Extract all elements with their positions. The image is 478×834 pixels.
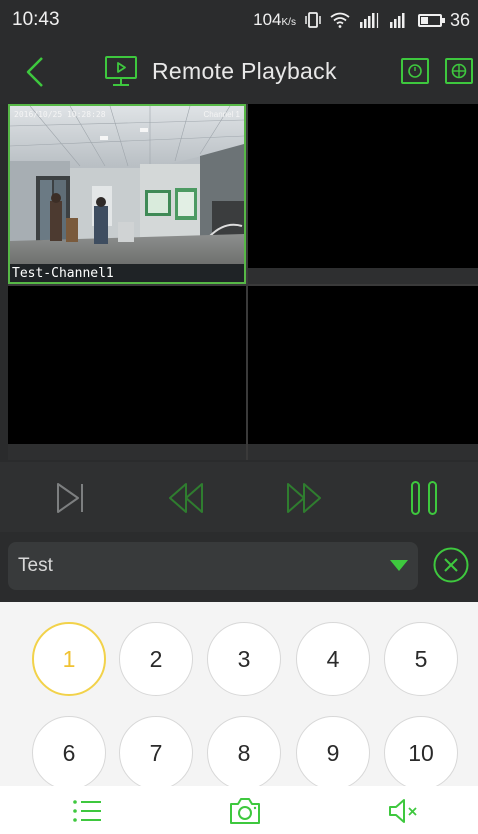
bottom-toolbar	[0, 786, 478, 834]
video-cell-3-label-bar	[8, 444, 246, 460]
signal-icon	[389, 13, 405, 28]
video-grid: 2016/10/25 10:28:28 Channel 1 Test-Chann…	[8, 104, 478, 460]
status-icons: 104K/s 36	[253, 10, 470, 31]
battery-level: 36	[449, 9, 470, 30]
clear-selection-icon[interactable]	[432, 546, 470, 584]
status-time: 10:43	[12, 9, 60, 30]
device-select-value: Test	[18, 555, 53, 576]
camera-snapshot-icon[interactable]	[228, 795, 262, 827]
video-cell-4[interactable]	[248, 286, 478, 460]
dropdown-arrow-icon	[390, 560, 408, 571]
channel-key-7[interactable]: 7	[119, 716, 193, 790]
playback-monitor-icon	[105, 56, 137, 86]
vibrate-icon	[305, 12, 321, 28]
wifi-icon	[330, 12, 350, 28]
playback-controls	[0, 462, 478, 532]
back-button[interactable]	[20, 54, 54, 90]
channel-key-3[interactable]: 3	[207, 622, 281, 696]
rewind-icon[interactable]	[166, 478, 206, 518]
status-bar: 10:43 104K/s 36	[0, 0, 478, 40]
channel-key-6[interactable]: 6	[32, 716, 106, 790]
step-forward-icon[interactable]	[50, 478, 90, 518]
video-cell-2-label-bar	[248, 268, 478, 284]
list-icon[interactable]	[70, 795, 104, 827]
channel-key-4[interactable]: 4	[296, 622, 370, 696]
grid-divider-vertical	[246, 104, 248, 460]
time-search-icon[interactable]	[400, 56, 430, 86]
channel-add-icon[interactable]	[444, 56, 474, 86]
pause-icon[interactable]	[404, 478, 444, 518]
video-cell-4-label-bar	[248, 444, 478, 460]
channel-label: Test-Channel1	[12, 266, 114, 281]
channel-key-9[interactable]: 9	[296, 716, 370, 790]
mute-icon[interactable]	[386, 795, 420, 827]
channel-key-5[interactable]: 5	[384, 622, 458, 696]
channel-keypad: 1 2 3 4 5 6 7 8 9 10	[0, 602, 478, 790]
signal-4g-icon	[359, 13, 379, 28]
channel-key-10[interactable]: 10	[384, 716, 458, 790]
channel-key-1[interactable]: 1	[32, 622, 106, 696]
channel-key-8[interactable]: 8	[207, 716, 281, 790]
device-select[interactable]: Test	[8, 542, 418, 590]
osd-timestamp: 2016/10/25 10:28:28	[14, 110, 106, 119]
channel-key-2[interactable]: 2	[119, 622, 193, 696]
video-cell-3[interactable]	[8, 286, 246, 460]
fast-forward-icon[interactable]	[284, 478, 324, 518]
network-speed: 104K/s	[253, 10, 296, 29]
video-cell-1[interactable]: 2016/10/25 10:28:28 Channel 1 Test-Chann…	[8, 104, 246, 284]
device-selector-row: Test	[0, 532, 478, 602]
grid-divider-horizontal	[8, 284, 478, 286]
page-title: Remote Playback	[152, 57, 337, 84]
battery-icon	[417, 13, 445, 27]
header-title-group: Remote Playback	[104, 54, 337, 88]
video-cell-2[interactable]	[248, 104, 478, 284]
app-header: Remote Playback	[0, 40, 478, 104]
osd-channel-name: Channel 1	[203, 110, 240, 119]
camera-feed-image	[10, 106, 244, 266]
